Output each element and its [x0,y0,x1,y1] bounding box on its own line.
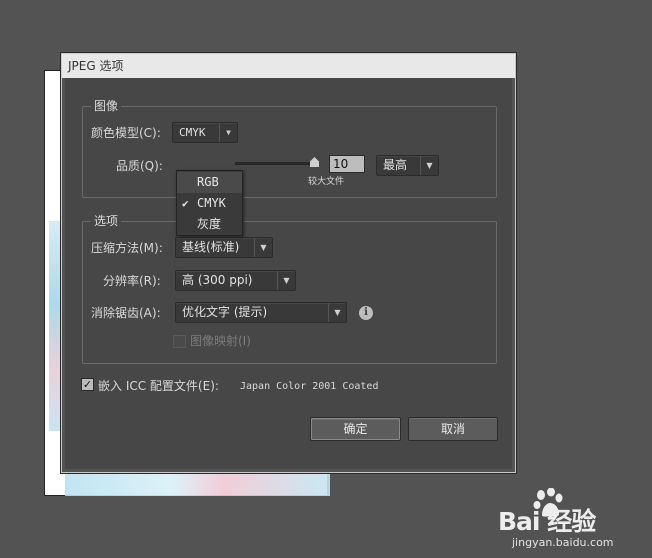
cancel-button[interactable]: 取消 [408,417,498,441]
compression-label: 压缩方法(M): [91,241,163,255]
color-model-label: 颜色模型(C): [91,126,161,140]
chevron-down-icon: ▼ [219,123,237,142]
color-model-value: CMYK [179,126,206,139]
image-group: 图像 [82,98,497,198]
menu-item-label: CMYK [197,196,226,210]
antialias-value: 优化文字 (提示) [182,305,268,319]
dialog-title: JPEG 选项 [62,54,515,78]
baidu-jingyan-watermark: Bai 经验 jingyan.baidu.com [498,488,648,552]
resolution-select[interactable]: 高 (300 ppi) ▼ [175,270,296,291]
quality-caption: 较大文件 [308,177,345,187]
watermark-url: jingyan.baidu.com [512,536,614,549]
chevron-down-icon: ▼ [420,156,438,175]
menu-item-label: 灰度 [197,217,222,231]
quality-label: 品质(Q): [116,159,163,173]
checkmark-icon: ✔ [182,197,189,210]
resolution-value: 高 (300 ppi) [182,273,253,287]
menu-item-grayscale[interactable]: 灰度 [177,214,242,235]
color-model-menu: RGB ✔ CMYK 灰度 [176,170,243,236]
chevron-down-icon: ▼ [277,271,295,290]
antialias-label: 消除锯齿(A): [91,306,161,320]
ok-button[interactable]: 确定 [310,417,401,441]
dialog-client: 图像 颜色模型(C): CMYK ▼ 品质(Q): 较大文件 10 最高 ▼ 选… [65,78,512,469]
quality-slider[interactable] [235,162,319,165]
menu-item-rgb[interactable]: RGB [177,172,242,193]
compression-value: 基线(标准) [182,240,240,254]
image-map-label: 图像映射(I) [190,334,251,348]
image-map-checkbox[interactable] [173,335,186,348]
watermark-brand: Bai 经验 [498,507,596,536]
embed-icc-profile: Japan Color 2001 Coated [240,381,379,392]
jpeg-options-dialog: JPEG 选项 图像 颜色模型(C): CMYK ▼ 品质(Q): 较大文件 1… [61,53,516,473]
color-model-select[interactable]: CMYK ▼ [172,122,238,143]
menu-item-cmyk[interactable]: ✔ CMYK [177,193,242,214]
compression-select[interactable]: 基线(标准) ▼ [175,237,273,258]
chevron-down-icon: ▼ [328,303,346,322]
quality-input[interactable]: 10 [329,155,365,173]
menu-item-label: RGB [197,175,219,189]
options-group-title: 选项 [91,213,122,229]
info-icon[interactable]: i [359,306,373,320]
chevron-down-icon: ▼ [254,238,272,257]
quality-preset-select[interactable]: 最高 ▼ [376,155,439,176]
embed-icc-checkbox[interactable]: ✓ [81,378,94,391]
resolution-label: 分辨率(R): [103,274,161,288]
embed-icc-label: 嵌入 ICC 配置文件(E): [98,379,219,393]
antialias-select[interactable]: 优化文字 (提示) ▼ [175,302,347,323]
quality-preset-value: 最高 [383,158,408,172]
image-group-title: 图像 [91,98,122,114]
